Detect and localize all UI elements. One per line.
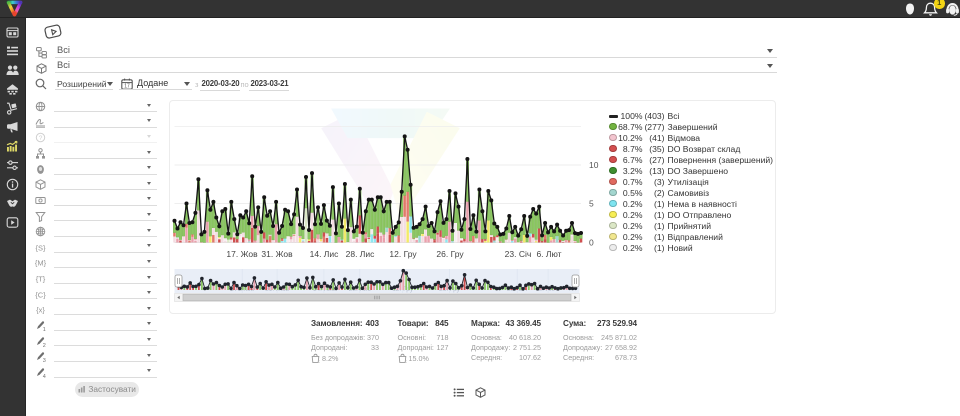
svg-text:1: 1 xyxy=(43,327,46,331)
svg-text:x: x xyxy=(319,359,320,363)
svg-text:4: 4 xyxy=(43,373,46,377)
svg-text:2: 2 xyxy=(43,342,46,346)
svg-text:{S}: {S} xyxy=(35,243,46,252)
svg-text:{T}: {T} xyxy=(36,274,46,283)
svg-text:{C}: {C} xyxy=(35,290,46,299)
svg-text:x: x xyxy=(406,359,407,363)
svg-text:{х}: {х} xyxy=(36,306,45,315)
svg-text:3: 3 xyxy=(43,358,46,362)
svg-text:{M}: {M} xyxy=(35,259,46,268)
svg-text:?: ? xyxy=(39,135,43,142)
